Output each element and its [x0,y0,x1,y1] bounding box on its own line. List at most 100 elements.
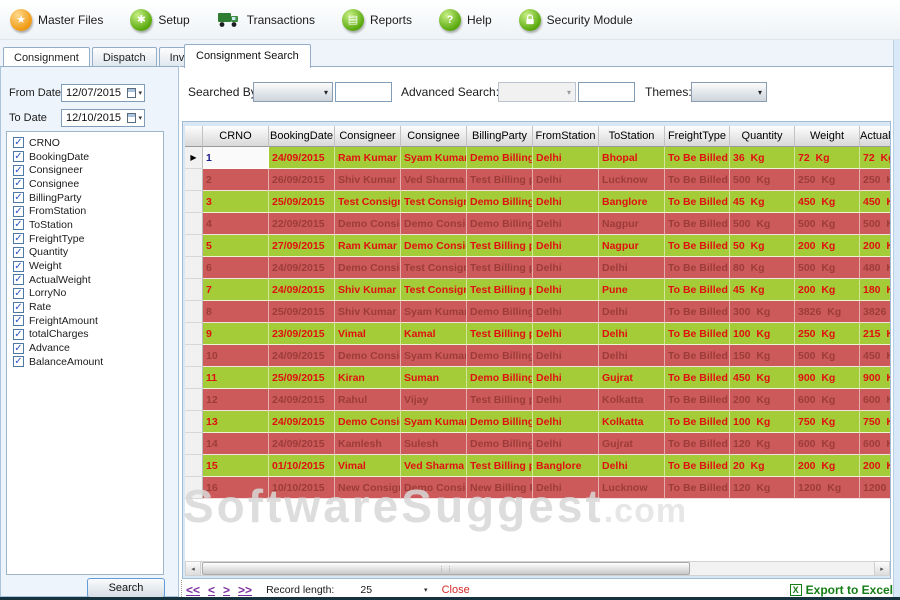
grid-cell[interactable]: 3826 Kg [795,301,860,323]
grid-cell[interactable]: Delhi [599,301,665,323]
grid-cell[interactable]: 1 [203,147,269,169]
grid-row[interactable]: 1424/09/2015KamleshSuleshDemo Billing ..… [185,433,890,455]
grid-cell[interactable]: 150 Kg [730,345,795,367]
grid-cell[interactable]: 24/09/2015 [269,257,335,279]
grid-cell[interactable]: To Be Billed [665,213,730,235]
page-first-link[interactable]: << [186,583,200,597]
searched-by-dropdown[interactable]: ▾ [253,82,333,102]
field-checkbox-item-bookingdate[interactable]: ✓ BookingDate [13,150,163,164]
row-selector[interactable] [185,169,203,191]
grid-cell[interactable]: 750 Kg [795,411,860,433]
field-checkbox-item-tostation[interactable]: ✓ ToStation [13,218,163,232]
grid-row[interactable]: 8 25/09/2015 Shiv Kumar Syam Kumar Demo Bill… [185,301,890,323]
advanced-search-dropdown[interactable]: ▾ [498,82,576,102]
checkbox-icon[interactable]: ✓ [13,233,24,245]
grid-cell[interactable]: 80 Kg [730,257,795,279]
checkbox-icon[interactable]: ✓ [13,246,24,258]
checkbox-icon[interactable]: ✓ [13,274,24,286]
grid-cell[interactable]: 9 [203,323,269,345]
grid-cell[interactable]: Ram Kumar [335,235,401,257]
grid-cell[interactable]: 8 [203,301,269,323]
grid-cell[interactable]: 200 Kg [730,389,795,411]
row-selector[interactable] [185,389,203,411]
grid-row[interactable]: 1125/09/2015KiranSumanDemo Billing ...De… [185,367,890,389]
themes-dropdown[interactable]: ▾ [691,82,767,102]
grid-cell[interactable]: Pune [599,279,665,301]
row-selector[interactable] [185,367,203,389]
grid-cell[interactable]: Test Billing pa... [467,257,533,279]
grid-cell[interactable]: 200 Kg [795,235,860,257]
grid-cell[interactable]: Banglore [533,455,599,477]
grid-cell[interactable]: Vimal [335,455,401,477]
grid-row[interactable]: 527/09/2015Ram KumarDemo Consig...Test B… [185,235,890,257]
field-checkbox-item-fromstation[interactable]: ✓ FromStation [13,204,163,218]
grid-cell[interactable]: 4 [203,213,269,235]
grid-cell[interactable]: Rahul [335,389,401,411]
grid-cell[interactable]: 100 Kg [730,323,795,345]
grid-cell[interactable]: Demo Billing ... [467,433,533,455]
field-checkbox-item-consigneer[interactable]: ✓ Consigneer [13,163,163,177]
row-selector[interactable] [185,477,203,499]
grid-cell[interactable]: 600 Kg [860,433,890,455]
checkbox-icon[interactable]: ✓ [13,260,24,272]
grid-cell[interactable]: Delhi [533,389,599,411]
grid-cell[interactable]: 480 Kg [860,257,890,279]
grid-cell[interactable]: 450 Kg [795,191,860,213]
grid-cell[interactable]: Demo Billing ... [467,367,533,389]
grid-cell[interactable]: 250 Kg [795,323,860,345]
checkbox-icon[interactable]: ✓ [13,342,24,354]
grid-cell[interactable]: 300 Kg [730,301,795,323]
grid-cell[interactable]: To Be Billed [665,257,730,279]
grid-cell[interactable]: Syam Kumar [401,147,467,169]
field-checkbox-item-advance[interactable]: ✓ Advance [13,341,163,355]
grid-cell[interactable]: Demo Billing ... [467,213,533,235]
grid-cell[interactable]: To Be Billed [665,477,730,499]
grid-cell[interactable]: 45 Kg [730,191,795,213]
grid-cell[interactable]: Demo Billing ... [467,411,533,433]
grid-cell[interactable]: Delhi [533,257,599,279]
grid-cell[interactable]: 25/09/2015 [269,191,335,213]
grid-cell[interactable]: 500 Kg [795,257,860,279]
grid-cell[interactable]: 24/09/2015 [269,411,335,433]
checkbox-icon[interactable]: ✓ [13,301,24,313]
grid-cell[interactable]: 900 Kg [795,367,860,389]
grid-row[interactable]: 624/09/2015Demo Consig...Test ConsigneeT… [185,257,890,279]
advanced-search-input[interactable] [578,82,635,102]
grid-cell[interactable]: Kiran [335,367,401,389]
grid-cell[interactable]: 5 [203,235,269,257]
grid-cell[interactable]: Shiv Kumar [335,301,401,323]
grid-cell[interactable]: To Be Billed [665,433,730,455]
row-selector[interactable] [185,411,203,433]
grid-cell[interactable]: To Be Billed [665,191,730,213]
grid-cell[interactable]: 24/09/2015 [269,433,335,455]
grid-cell[interactable]: 11 [203,367,269,389]
grid-cell[interactable]: Nagpur [599,235,665,257]
grid-cell[interactable]: To Be Billed [665,389,730,411]
grid-column-header-freighttype[interactable]: FreightType [665,126,730,147]
field-checkbox-item-freighttype[interactable]: ✓ FreightType [13,232,163,246]
grid-cell[interactable]: Demo Billing ... [467,147,533,169]
calendar-icon[interactable] [127,88,137,98]
checkbox-icon[interactable]: ✓ [13,178,24,190]
grid-cell[interactable]: 45 Kg [730,279,795,301]
grid-cell[interactable]: 3826 Kg [860,301,890,323]
grid-cell[interactable]: 72 Kg [795,147,860,169]
grid-cell[interactable]: Vijay [401,389,467,411]
grid-cell[interactable]: To Be Billed [665,367,730,389]
grid-cell[interactable]: 2 [203,169,269,191]
field-checkbox-item-quantity[interactable]: ✓ Quantity [13,246,163,260]
grid-cell[interactable]: New Consignor [335,477,401,499]
grid-cell[interactable]: Test Billing pa... [467,169,533,191]
grid-cell[interactable]: 500 Kg [795,213,860,235]
grid-cell[interactable]: 24/09/2015 [269,345,335,367]
grid-cell[interactable]: 600 Kg [795,433,860,455]
grid-cell[interactable]: Gujrat [599,367,665,389]
grid-cell[interactable]: Test Consignee [401,191,467,213]
grid-cell[interactable]: Lucknow [599,477,665,499]
grid-cell[interactable]: To Be Billed [665,147,730,169]
grid-cell[interactable]: 200 Kg [860,455,890,477]
grid-cell[interactable]: Shiv Kumar [335,169,401,191]
menu-item-setup[interactable]: ✱ Setup [130,8,190,31]
grid-cell[interactable]: Demo Consig... [401,477,467,499]
checkbox-icon[interactable]: ✓ [13,151,24,163]
